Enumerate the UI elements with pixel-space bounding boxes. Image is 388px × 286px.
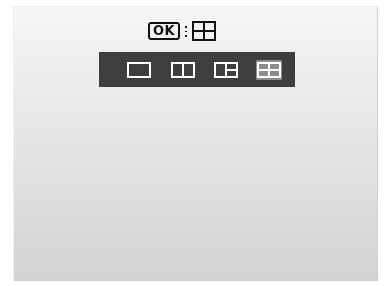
- layout-option-quad[interactable]: [256, 60, 282, 80]
- colon-separator-icon: [185, 25, 188, 37]
- layout-three-icon: [214, 62, 238, 78]
- layout-option-three[interactable]: [213, 60, 239, 80]
- layout-split-icon: [171, 62, 195, 78]
- layout-selector-bar: [99, 52, 295, 87]
- ok-key-icon: OK: [148, 22, 181, 40]
- layout-quad-icon: [192, 21, 217, 41]
- camera-screen: OK: [13, 6, 377, 280]
- layout-single-icon: [127, 62, 151, 78]
- layout-quad-icon: [257, 62, 281, 78]
- ok-hint: OK: [148, 20, 217, 42]
- layout-option-single[interactable]: [126, 60, 152, 80]
- ok-key-label: OK: [153, 23, 176, 39]
- layout-option-split[interactable]: [170, 60, 196, 80]
